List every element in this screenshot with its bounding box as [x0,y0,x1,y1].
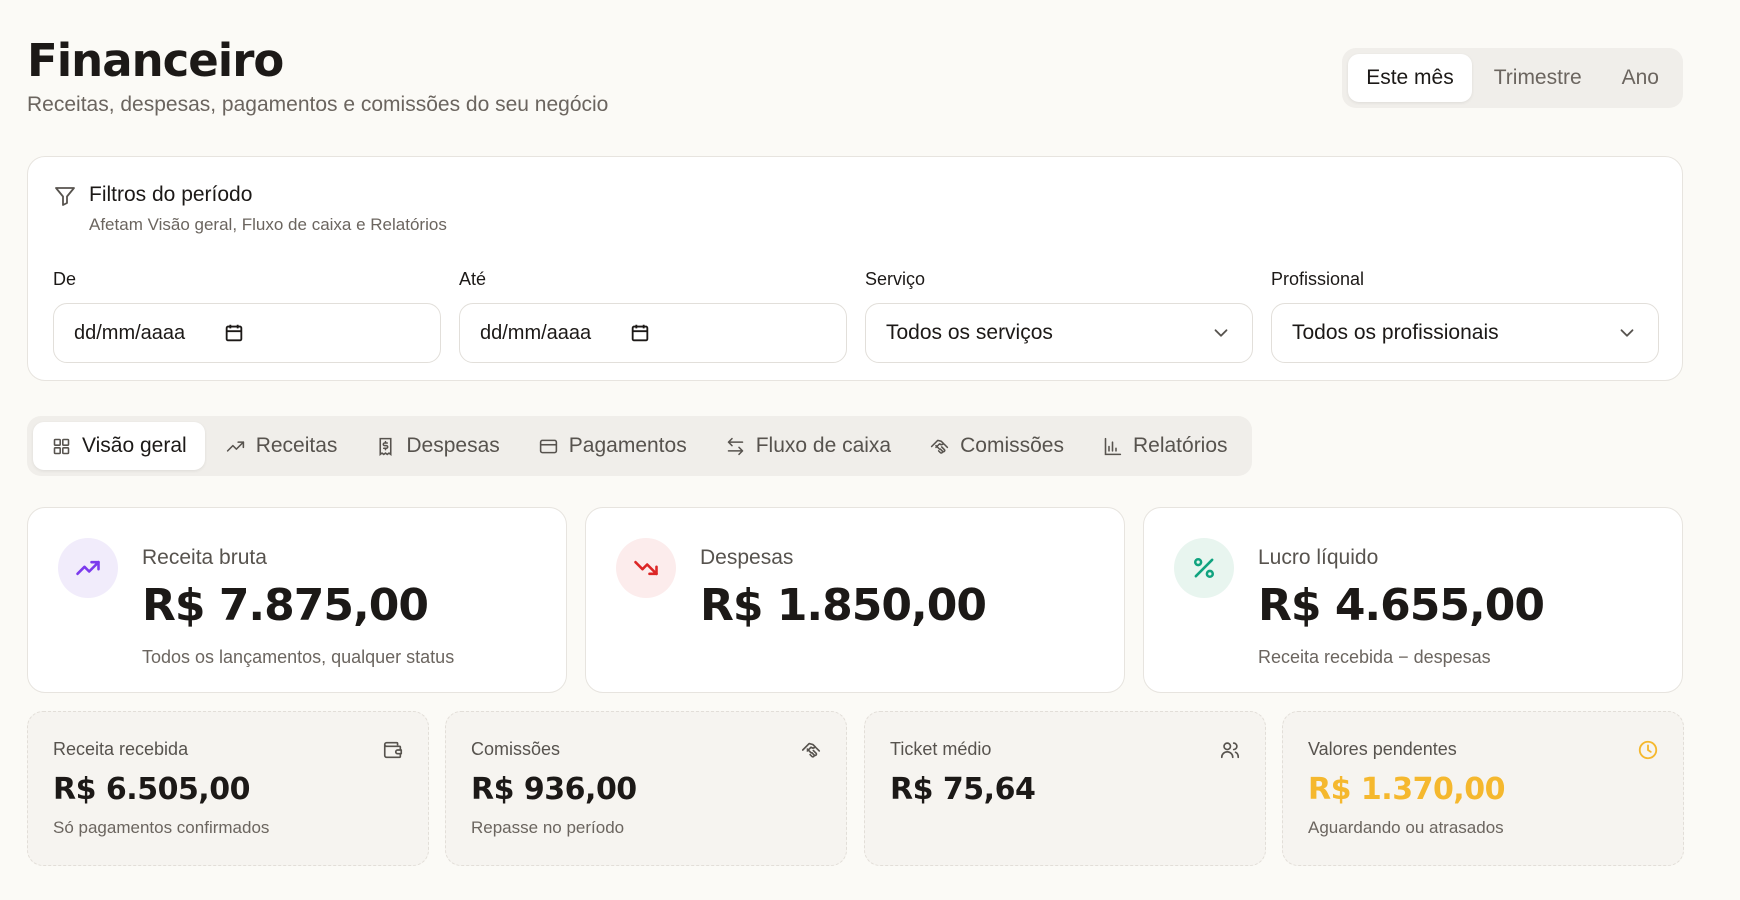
handshake-icon [801,742,821,758]
percent-icon [1193,557,1215,579]
professional-field: Profissional Todos os profissionais [1271,269,1659,363]
date-from-label: De [53,269,77,289]
card-value: R$ 4.655,00 [1258,580,1545,631]
filters-title: Filtros do período [89,183,253,206]
card-note: Todos os lançamentos, qualquer status [142,647,455,667]
date-to-value: dd/mm/aaaa [480,321,592,344]
grid-icon [53,438,70,454]
tab-cash-flow[interactable]: Fluxo de caixa [707,422,909,470]
metric-note: Repasse no período [471,818,625,837]
metric-value: R$ 75,64 [890,772,1036,807]
card-value: R$ 7.875,00 [142,580,429,631]
metric-note: Aguardando ou atrasados [1308,818,1504,837]
tab-label: Despesas [406,434,500,457]
date-to-label: Até [459,269,487,289]
filters-description: Afetam Visão geral, Fluxo de caixa e Rel… [89,215,447,234]
expenses-card: Despesas R$ 1.850,00 [585,507,1125,693]
metric-note: Só pagamentos confirmados [53,818,270,837]
metric-label: Ticket médio [890,739,992,759]
date-from-field: De dd/mm/aaaa [53,269,441,363]
period-quarter-button[interactable]: Trimestre [1476,54,1600,102]
professional-select-value: Todos os profissionais [1292,321,1499,344]
tab-revenue[interactable]: Receitas [207,422,356,470]
clock-icon [1638,740,1658,760]
metric-value: R$ 936,00 [471,772,637,807]
date-from-value: dd/mm/aaaa [74,321,186,344]
card-value: R$ 1.850,00 [700,580,987,631]
professional-label: Profissional [1271,269,1365,289]
revenue-icon-badge [58,538,118,598]
finance-tabs: Visão geral Receitas Despesas Pagamentos… [27,416,1252,476]
users-icon [1220,742,1240,759]
net-profit-card: Lucro líquido R$ 4.655,00 Receita recebi… [1143,507,1683,693]
tab-label: Visão geral [82,434,187,457]
tab-overview[interactable]: Visão geral [33,422,205,470]
pending-values-card: Valores pendentes R$ 1.370,00 Aguardando… [1282,711,1684,866]
card-note: Receita recebida − despesas [1258,647,1491,667]
arrows-exchange-icon [727,437,743,455]
chevron-down-icon [1620,329,1634,337]
date-to-field: Até dd/mm/aaaa [459,269,847,363]
tab-commissions[interactable]: Comissões [911,422,1082,470]
page-subtitle: Receitas, despesas, pagamentos e comissõ… [27,93,609,116]
handshake-icon [930,439,949,454]
wallet-icon [383,741,403,759]
trending-up-icon [226,440,244,452]
card-label: Receita bruta [142,546,267,569]
period-filters-card: Filtros do período Afetam Visão geral, F… [27,156,1683,381]
tab-label: Fluxo de caixa [755,434,892,457]
service-field: Serviço Todos os serviços [865,269,1253,363]
period-toggle: Este mês Trimestre Ano [1342,48,1683,108]
trending-down-icon [634,560,658,576]
service-label: Serviço [865,269,926,289]
tab-payments[interactable]: Pagamentos [520,422,705,470]
chevron-down-icon [1214,329,1228,337]
bar-chart-icon [1104,437,1122,455]
date-from-input[interactable]: dd/mm/aaaa [53,303,441,363]
commissions-card: Comissões R$ 936,00 Repasse no período [445,711,847,866]
receipt-icon [379,437,392,456]
credit-card-icon [539,439,557,453]
metric-label: Valores pendentes [1308,739,1457,759]
profit-icon-badge [1174,538,1234,598]
page-header: Financeiro Receitas, despesas, pagamento… [27,0,1683,156]
tab-label: Pagamentos [568,434,687,457]
page-title: Financeiro [27,34,284,87]
expenses-icon-badge [616,538,676,598]
metric-label: Comissões [471,739,561,759]
metric-value: R$ 6.505,00 [53,772,250,807]
card-label: Lucro líquido [1258,546,1379,569]
tab-label: Comissões [960,434,1064,457]
tab-reports[interactable]: Relatórios [1084,422,1246,470]
tab-label: Relatórios [1132,434,1228,457]
period-this-month-button[interactable]: Este mês [1348,54,1472,102]
metric-value: R$ 1.370,00 [1308,772,1505,807]
calendar-icon[interactable] [629,322,651,344]
received-revenue-card: Receita recebida R$ 6.505,00 Só pagament… [27,711,429,866]
period-year-button[interactable]: Ano [1604,54,1677,102]
trending-up-icon [76,560,100,576]
professional-select[interactable]: Todos os profissionais [1271,303,1659,363]
filter-icon [55,187,75,206]
service-select-value: Todos os serviços [886,321,1053,344]
filters-header: Filtros do período Afetam Visão geral, F… [53,183,447,235]
calendar-icon[interactable] [223,322,245,344]
service-select[interactable]: Todos os serviços [865,303,1253,363]
average-ticket-card: Ticket médio R$ 75,64 [864,711,1266,866]
tab-label: Receitas [255,434,338,457]
gross-revenue-card: Receita bruta R$ 7.875,00 Todos os lança… [27,507,567,693]
financeiro-page: Financeiro Receitas, despesas, pagamento… [27,0,1684,866]
metric-label: Receita recebida [53,739,189,759]
tab-expenses[interactable]: Despesas [357,422,517,470]
date-to-input[interactable]: dd/mm/aaaa [459,303,847,363]
card-label: Despesas [700,546,794,569]
